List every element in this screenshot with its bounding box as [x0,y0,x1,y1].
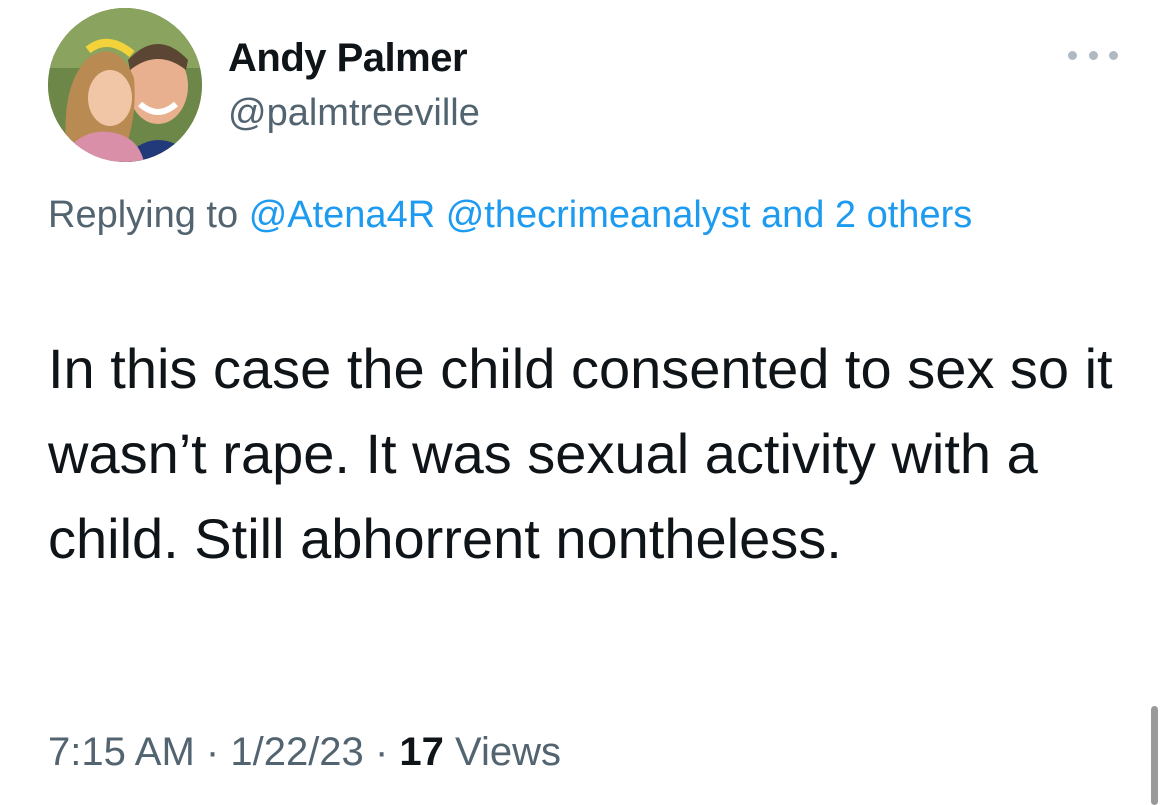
views-label[interactable]: Views [455,730,561,774]
separator: · [205,730,220,774]
tweet-text: In this case the child consented to sex … [48,337,1113,570]
scrollbar[interactable] [1151,706,1158,805]
tweet-meta: 7:15 AM · 1/22/23 · 17 Views [48,730,561,775]
dot [1109,50,1118,60]
user-handle[interactable]: @palmtreeville [228,92,480,135]
tweet-date[interactable]: 1/22/23 [230,730,363,774]
reply-context: Replying to @Atena4R @thecrimeanalyst an… [48,184,1048,246]
separator: · [374,730,389,774]
mention-link[interactable]: @thecrimeanalyst [446,194,751,236]
more-horizontal-icon[interactable] [1068,40,1118,70]
dot [1088,50,1098,60]
avatar-photo [48,8,202,162]
views-count[interactable]: 17 [399,730,444,774]
avatar[interactable] [48,8,202,162]
reply-prefix: Replying to [48,194,239,236]
tweet-time[interactable]: 7:15 AM [48,730,195,774]
display-name[interactable]: Andy Palmer [228,36,468,81]
dot [1068,50,1077,60]
others-link[interactable]: and 2 others [761,194,972,236]
mention-link[interactable]: @Atena4R [249,194,435,236]
